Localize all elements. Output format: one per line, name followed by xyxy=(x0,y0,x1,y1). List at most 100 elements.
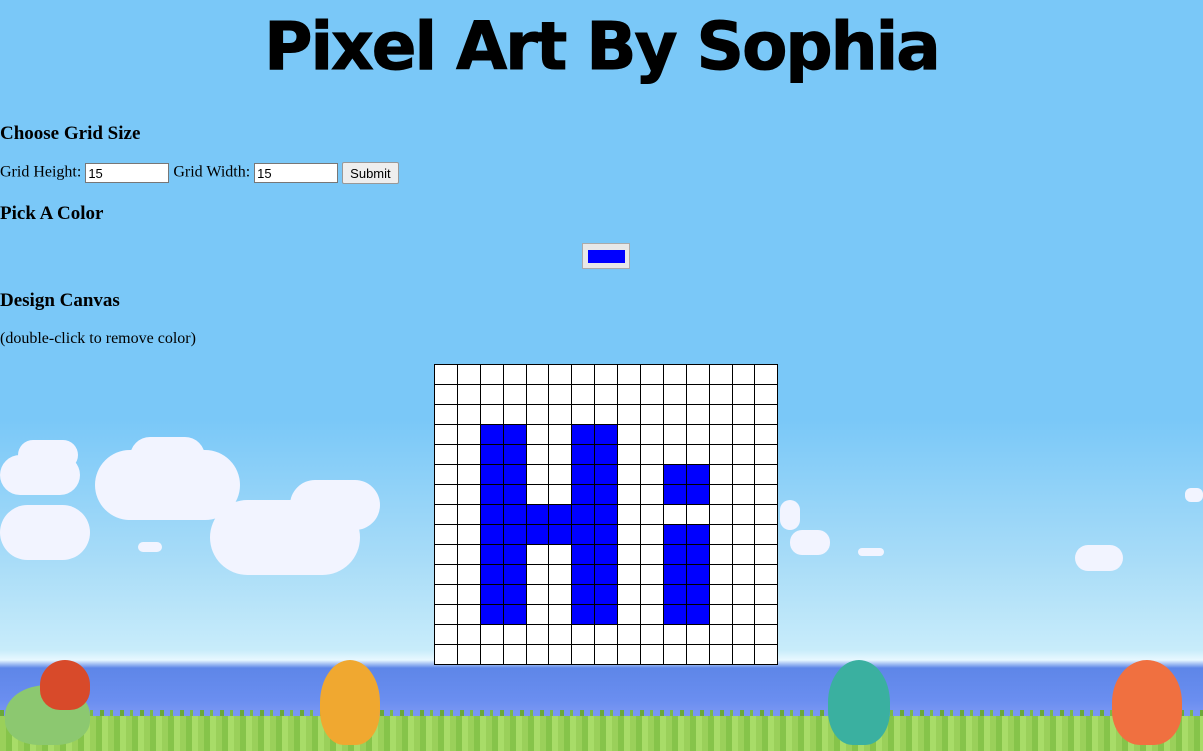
canvas-cell[interactable] xyxy=(685,404,710,425)
canvas-cell[interactable] xyxy=(571,544,596,565)
canvas-cell[interactable] xyxy=(479,604,504,625)
canvas-cell[interactable] xyxy=(594,404,619,425)
canvas-cell[interactable] xyxy=(571,584,596,605)
grid-height-input[interactable] xyxy=(85,163,170,183)
canvas-cell[interactable] xyxy=(662,564,687,585)
canvas-cell[interactable] xyxy=(502,464,527,485)
canvas-cell[interactable] xyxy=(754,604,779,625)
canvas-cell[interactable] xyxy=(640,544,664,565)
canvas-cell[interactable] xyxy=(594,584,619,605)
canvas-cell[interactable] xyxy=(640,604,664,625)
canvas-cell[interactable] xyxy=(731,464,756,485)
canvas-cell[interactable] xyxy=(708,624,733,645)
canvas-cell[interactable] xyxy=(708,404,733,425)
canvas-cell[interactable] xyxy=(708,524,733,545)
canvas-cell[interactable] xyxy=(662,544,687,565)
canvas-cell[interactable] xyxy=(640,564,664,585)
canvas-cell[interactable] xyxy=(594,364,619,385)
submit-button[interactable]: Submit xyxy=(342,162,399,184)
canvas-cell[interactable] xyxy=(456,564,481,585)
canvas-cell[interactable] xyxy=(594,604,619,625)
canvas-cell[interactable] xyxy=(434,584,458,605)
canvas-cell[interactable] xyxy=(594,484,619,505)
canvas-cell[interactable] xyxy=(434,444,458,465)
canvas-cell[interactable] xyxy=(731,524,756,545)
canvas-cell[interactable] xyxy=(685,524,710,545)
canvas-cell[interactable] xyxy=(571,524,596,545)
canvas-cell[interactable] xyxy=(434,384,458,405)
canvas-cell[interactable] xyxy=(754,584,779,605)
canvas-cell[interactable] xyxy=(708,604,733,625)
canvas-cell[interactable] xyxy=(456,424,481,445)
canvas-cell[interactable] xyxy=(708,564,733,585)
canvas-cell[interactable] xyxy=(548,424,573,445)
canvas-cell[interactable] xyxy=(640,484,664,505)
canvas-cell[interactable] xyxy=(685,564,710,585)
canvas-cell[interactable] xyxy=(594,564,619,585)
canvas-cell[interactable] xyxy=(456,504,481,525)
canvas-cell[interactable] xyxy=(662,644,687,665)
canvas-cell[interactable] xyxy=(479,644,504,665)
canvas-cell[interactable] xyxy=(434,484,458,505)
canvas-cell[interactable] xyxy=(502,404,527,425)
canvas-cell[interactable] xyxy=(502,604,527,625)
canvas-cell[interactable] xyxy=(502,384,527,405)
canvas-cell[interactable] xyxy=(662,624,687,645)
canvas-cell[interactable] xyxy=(708,584,733,605)
canvas-cell[interactable] xyxy=(640,584,664,605)
canvas-cell[interactable] xyxy=(594,384,619,405)
canvas-cell[interactable] xyxy=(731,384,756,405)
canvas-cell[interactable] xyxy=(502,644,527,665)
canvas-cell[interactable] xyxy=(662,364,687,385)
canvas-cell[interactable] xyxy=(640,404,664,425)
canvas-cell[interactable] xyxy=(708,464,733,485)
canvas-cell[interactable] xyxy=(479,544,504,565)
canvas-cell[interactable] xyxy=(571,364,596,385)
canvas-cell[interactable] xyxy=(571,604,596,625)
canvas-cell[interactable] xyxy=(456,644,481,665)
canvas-cell[interactable] xyxy=(434,364,458,385)
canvas-cell[interactable] xyxy=(456,404,481,425)
canvas-cell[interactable] xyxy=(434,504,458,525)
color-picker[interactable] xyxy=(582,243,630,269)
canvas-cell[interactable] xyxy=(617,624,642,645)
canvas-cell[interactable] xyxy=(479,524,504,545)
canvas-cell[interactable] xyxy=(685,504,710,525)
canvas-cell[interactable] xyxy=(479,624,504,645)
canvas-cell[interactable] xyxy=(456,444,481,465)
canvas-cell[interactable] xyxy=(571,484,596,505)
canvas-cell[interactable] xyxy=(525,544,550,565)
canvas-cell[interactable] xyxy=(502,544,527,565)
canvas-cell[interactable] xyxy=(434,524,458,545)
canvas-cell[interactable] xyxy=(708,384,733,405)
canvas-cell[interactable] xyxy=(754,384,779,405)
canvas-cell[interactable] xyxy=(731,504,756,525)
canvas-cell[interactable] xyxy=(594,624,619,645)
canvas-cell[interactable] xyxy=(502,524,527,545)
canvas-cell[interactable] xyxy=(617,544,642,565)
canvas-cell[interactable] xyxy=(640,384,664,405)
canvas-cell[interactable] xyxy=(502,564,527,585)
canvas-cell[interactable] xyxy=(548,564,573,585)
canvas-cell[interactable] xyxy=(525,564,550,585)
canvas-cell[interactable] xyxy=(548,464,573,485)
canvas-cell[interactable] xyxy=(479,424,504,445)
canvas-cell[interactable] xyxy=(548,644,573,665)
canvas-cell[interactable] xyxy=(731,444,756,465)
canvas-cell[interactable] xyxy=(685,364,710,385)
canvas-cell[interactable] xyxy=(571,564,596,585)
canvas-cell[interactable] xyxy=(502,364,527,385)
canvas-cell[interactable] xyxy=(685,464,710,485)
canvas-cell[interactable] xyxy=(685,624,710,645)
canvas-cell[interactable] xyxy=(708,424,733,445)
canvas-cell[interactable] xyxy=(685,544,710,565)
canvas-cell[interactable] xyxy=(548,584,573,605)
canvas-cell[interactable] xyxy=(617,404,642,425)
canvas-cell[interactable] xyxy=(479,484,504,505)
canvas-cell[interactable] xyxy=(571,624,596,645)
canvas-cell[interactable] xyxy=(548,544,573,565)
canvas-cell[interactable] xyxy=(525,444,550,465)
canvas-cell[interactable] xyxy=(434,424,458,445)
canvas-cell[interactable] xyxy=(548,444,573,465)
canvas-cell[interactable] xyxy=(548,484,573,505)
